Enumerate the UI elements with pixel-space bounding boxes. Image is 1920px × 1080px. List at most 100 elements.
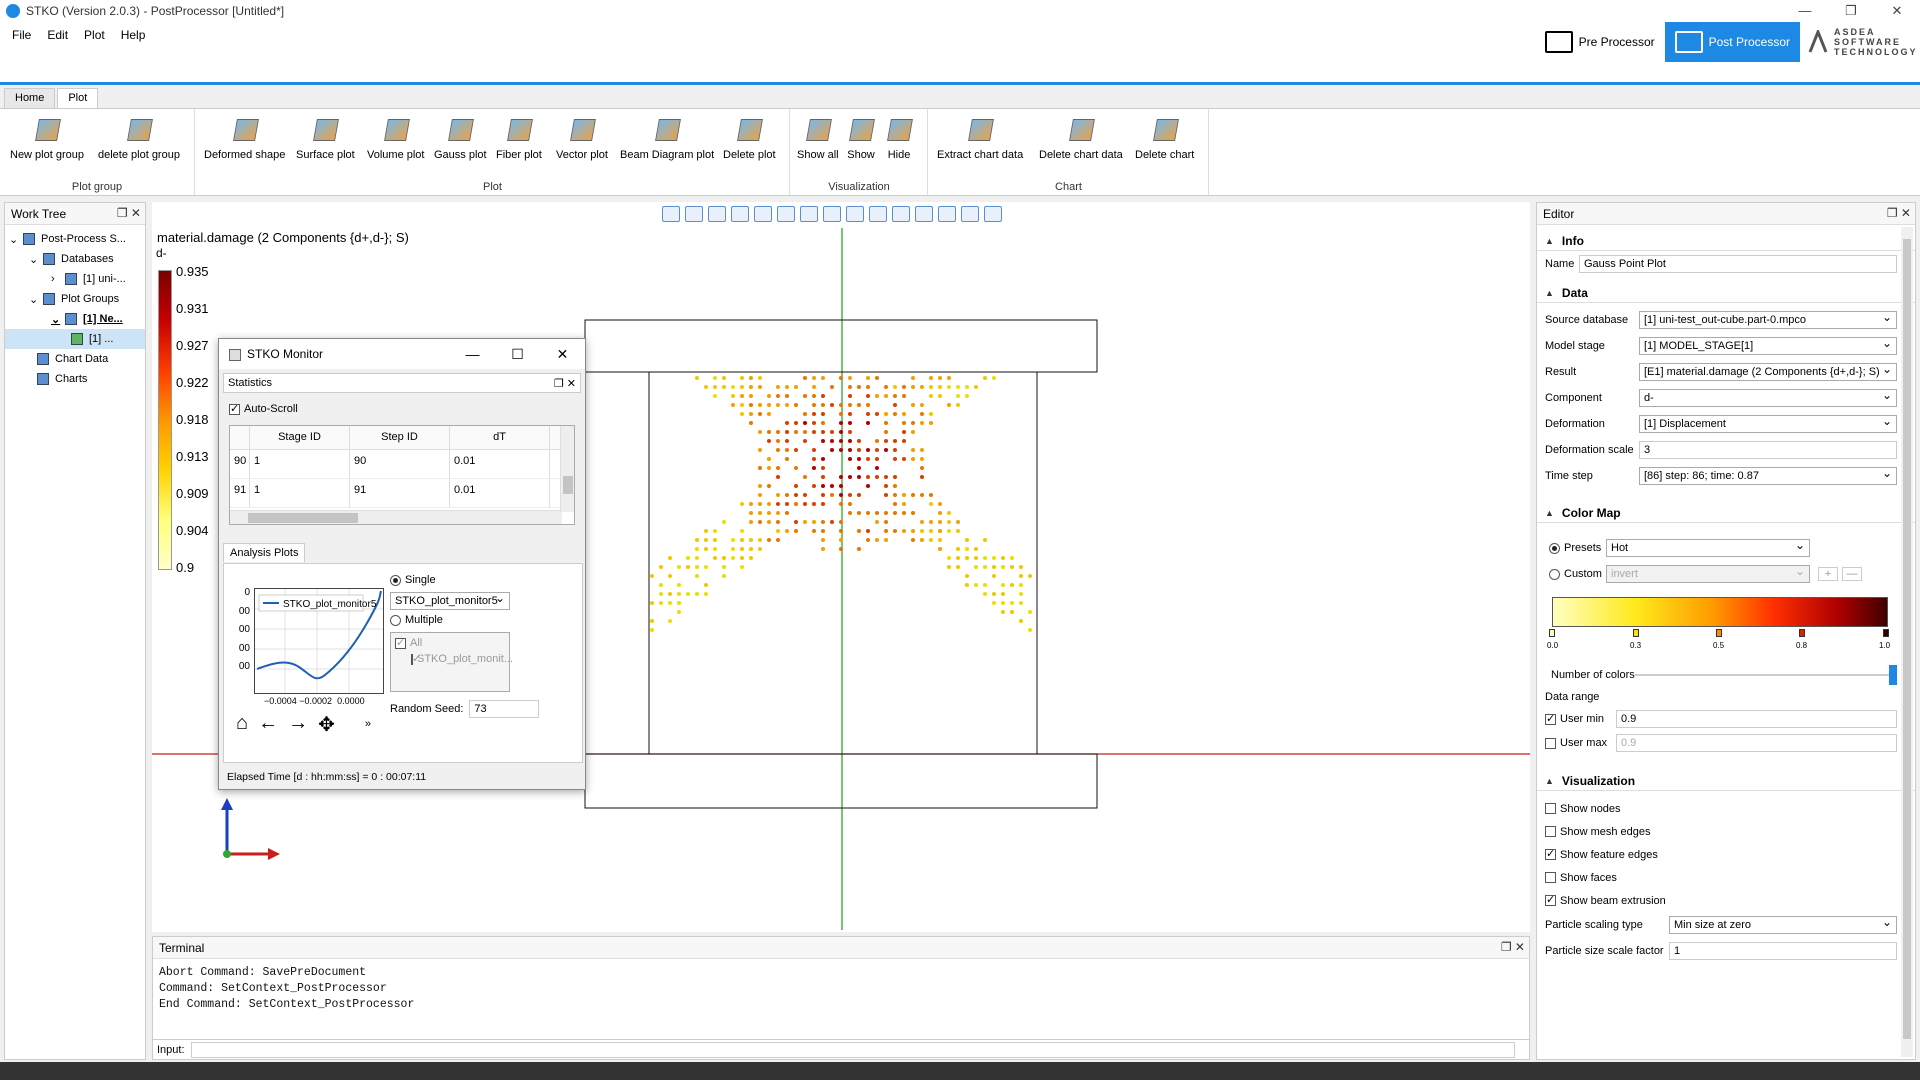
- multiple-radio[interactable]: Multiple: [390, 614, 443, 626]
- post-processor-button[interactable]: Post Processor: [1664, 22, 1800, 62]
- tree-item-chart-data[interactable]: Chart Data: [5, 349, 145, 369]
- radio-icon[interactable]: [1549, 542, 1560, 554]
- autoscroll-checkbox[interactable]: Auto-Scroll: [229, 402, 298, 415]
- monitor-mini-plot[interactable]: STKO_plot_monitor5: [254, 588, 384, 694]
- ramp-stop-icon[interactable]: [1716, 629, 1722, 637]
- data-section[interactable]: Data: [1537, 283, 1915, 303]
- vertical-scrollbar[interactable]: [560, 426, 574, 512]
- ramp-stop-icon[interactable]: [1799, 629, 1805, 637]
- pan-icon[interactable]: ✥: [318, 712, 335, 737]
- user-max-field[interactable]: 0.9: [1616, 734, 1897, 752]
- menu-help[interactable]: Help: [113, 26, 154, 44]
- show-beam-extrusion-checkbox[interactable]: Show beam extrusion: [1537, 889, 1915, 912]
- gauss-plot-button[interactable]: Gauss plot: [434, 115, 487, 161]
- user-min-field[interactable]: 0.9: [1616, 710, 1897, 728]
- number-of-colors-slider[interactable]: [1635, 665, 1897, 685]
- pre-processor-button[interactable]: Pre Processor: [1535, 22, 1665, 62]
- panel-controls[interactable]: ❐ ✕: [1501, 940, 1525, 954]
- statistics-controls[interactable]: ❐ ✕: [554, 377, 576, 390]
- show-feature-edges-checkbox[interactable]: Show feature edges: [1537, 843, 1915, 866]
- scrollbar-thumb[interactable]: [563, 476, 573, 494]
- particle-size-field[interactable]: 1: [1669, 942, 1897, 960]
- show-all-button[interactable]: Show all: [797, 115, 839, 161]
- deformation-scale-field[interactable]: 3: [1639, 441, 1897, 459]
- delete-chart-data-button[interactable]: Delete chart data: [1039, 115, 1123, 161]
- menu-plot[interactable]: Plot: [76, 26, 113, 44]
- tree-item-plot-group-1[interactable]: ⌄ [1] Ne...: [5, 309, 145, 329]
- column-header[interactable]: dT: [450, 426, 550, 449]
- radio-icon[interactable]: [1549, 568, 1560, 580]
- tree-item-plot-groups[interactable]: ⌄ Plot Groups: [5, 289, 145, 309]
- custom-select[interactable]: invert: [1606, 565, 1810, 583]
- terminal-input[interactable]: [190, 1041, 1515, 1058]
- checkbox-icon[interactable]: [1545, 737, 1556, 749]
- arrow-right-icon[interactable]: →: [288, 712, 308, 737]
- random-seed-spinbox[interactable]: 73: [469, 700, 540, 718]
- column-header[interactable]: Step ID: [350, 426, 450, 449]
- add-icon[interactable]: +: [1818, 567, 1838, 581]
- table-row[interactable]: 90 1 90 0.01: [230, 450, 574, 479]
- vector-plot-button[interactable]: Vector plot: [556, 115, 608, 161]
- show-nodes-checkbox[interactable]: Show nodes: [1537, 797, 1915, 820]
- panel-controls[interactable]: ❐ ✕: [1887, 206, 1911, 220]
- time-step-select[interactable]: [86] step: 86; time: 0.87: [1639, 467, 1897, 485]
- model-stage-select[interactable]: [1] MODEL_STAGE[1]: [1639, 337, 1897, 355]
- fiber-plot-button[interactable]: Fiber plot: [496, 115, 542, 161]
- hide-button[interactable]: Hide: [883, 115, 915, 161]
- delete-plot-group-button[interactable]: delete plot group: [98, 115, 180, 161]
- particle-scaling-select[interactable]: Min size at zero: [1669, 916, 1897, 934]
- delete-plot-button[interactable]: Delete plot: [723, 115, 776, 161]
- panel-controls[interactable]: ❐ ✕: [117, 206, 141, 220]
- source-database-select[interactable]: [1] uni-test_out-cube.part-0.mpco: [1639, 311, 1897, 329]
- ramp-stop-icon[interactable]: [1633, 629, 1639, 637]
- volume-plot-button[interactable]: Volume plot: [367, 115, 424, 161]
- tree-item-charts[interactable]: Charts: [5, 369, 145, 389]
- table-row[interactable]: 91 1 91 0.01: [230, 479, 574, 508]
- show-mesh-edges-checkbox[interactable]: Show mesh edges: [1537, 820, 1915, 843]
- monitor-maximize-icon[interactable]: ☐: [495, 339, 540, 369]
- close-icon[interactable]: ✕: [1874, 0, 1920, 22]
- remove-icon[interactable]: —: [1842, 567, 1862, 581]
- menu-file[interactable]: File: [4, 26, 39, 44]
- home-icon[interactable]: ⌂: [236, 712, 248, 737]
- minimize-icon[interactable]: —: [1782, 0, 1828, 22]
- tree-item-post-process[interactable]: ⌄ Post-Process S...: [5, 229, 145, 249]
- tree-item-databases[interactable]: ⌄ Databases: [5, 249, 145, 269]
- color-map-section[interactable]: Color Map: [1537, 503, 1915, 523]
- color-ramp-editor[interactable]: 0.0 0.3 0.5 0.8 1.0: [1537, 597, 1915, 663]
- delete-chart-button[interactable]: Delete chart: [1135, 115, 1194, 161]
- plot-item-checkbox[interactable]: STKO_plot_monit...: [411, 652, 513, 665]
- visualization-section[interactable]: Visualization: [1537, 771, 1915, 791]
- show-faces-checkbox[interactable]: Show faces: [1537, 866, 1915, 889]
- monitor-minimize-icon[interactable]: —: [450, 339, 495, 369]
- monitor-close-icon[interactable]: ✕: [540, 339, 585, 369]
- deformation-select[interactable]: [1] Displacement: [1639, 415, 1897, 433]
- editor-scrollbar[interactable]: [1901, 227, 1913, 1057]
- surface-plot-button[interactable]: Surface plot: [296, 115, 355, 161]
- tab-analysis-plots[interactable]: Analysis Plots: [223, 543, 306, 562]
- arrow-left-icon[interactable]: ←: [258, 712, 278, 737]
- result-select[interactable]: [E1] material.damage (2 Components {d+,d…: [1639, 363, 1897, 381]
- new-plot-group-button[interactable]: New plot group: [10, 115, 84, 161]
- tree-item-plot-1[interactable]: [1] ...: [5, 329, 145, 349]
- tree-item-database-1[interactable]: › [1] uni-...: [5, 269, 145, 289]
- ramp-stop-icon[interactable]: [1549, 629, 1555, 637]
- deformed-shape-button[interactable]: Deformed shape: [204, 115, 285, 161]
- more-icon[interactable]: »: [365, 718, 371, 737]
- single-plot-select[interactable]: STKO_plot_monitor5: [390, 592, 510, 610]
- tab-plot[interactable]: Plot: [57, 88, 99, 108]
- single-radio[interactable]: Single: [390, 574, 436, 586]
- show-button[interactable]: Show: [845, 115, 877, 161]
- scrollbar-thumb[interactable]: [248, 513, 358, 523]
- tab-home[interactable]: Home: [4, 88, 56, 108]
- beam-diagram-plot-button[interactable]: Beam Diagram plot: [620, 115, 714, 161]
- slider-handle[interactable]: [1889, 665, 1897, 685]
- horizontal-scrollbar[interactable]: [230, 510, 562, 524]
- presets-select[interactable]: Hot: [1606, 539, 1810, 557]
- column-header[interactable]: Stage ID: [250, 426, 350, 449]
- scrollbar-thumb[interactable]: [1903, 239, 1911, 1039]
- restore-icon[interactable]: ❐: [1828, 0, 1874, 22]
- info-section[interactable]: Info: [1537, 231, 1915, 251]
- all-checkbox[interactable]: All: [395, 636, 505, 649]
- extract-chart-data-button[interactable]: Extract chart data: [937, 115, 1023, 161]
